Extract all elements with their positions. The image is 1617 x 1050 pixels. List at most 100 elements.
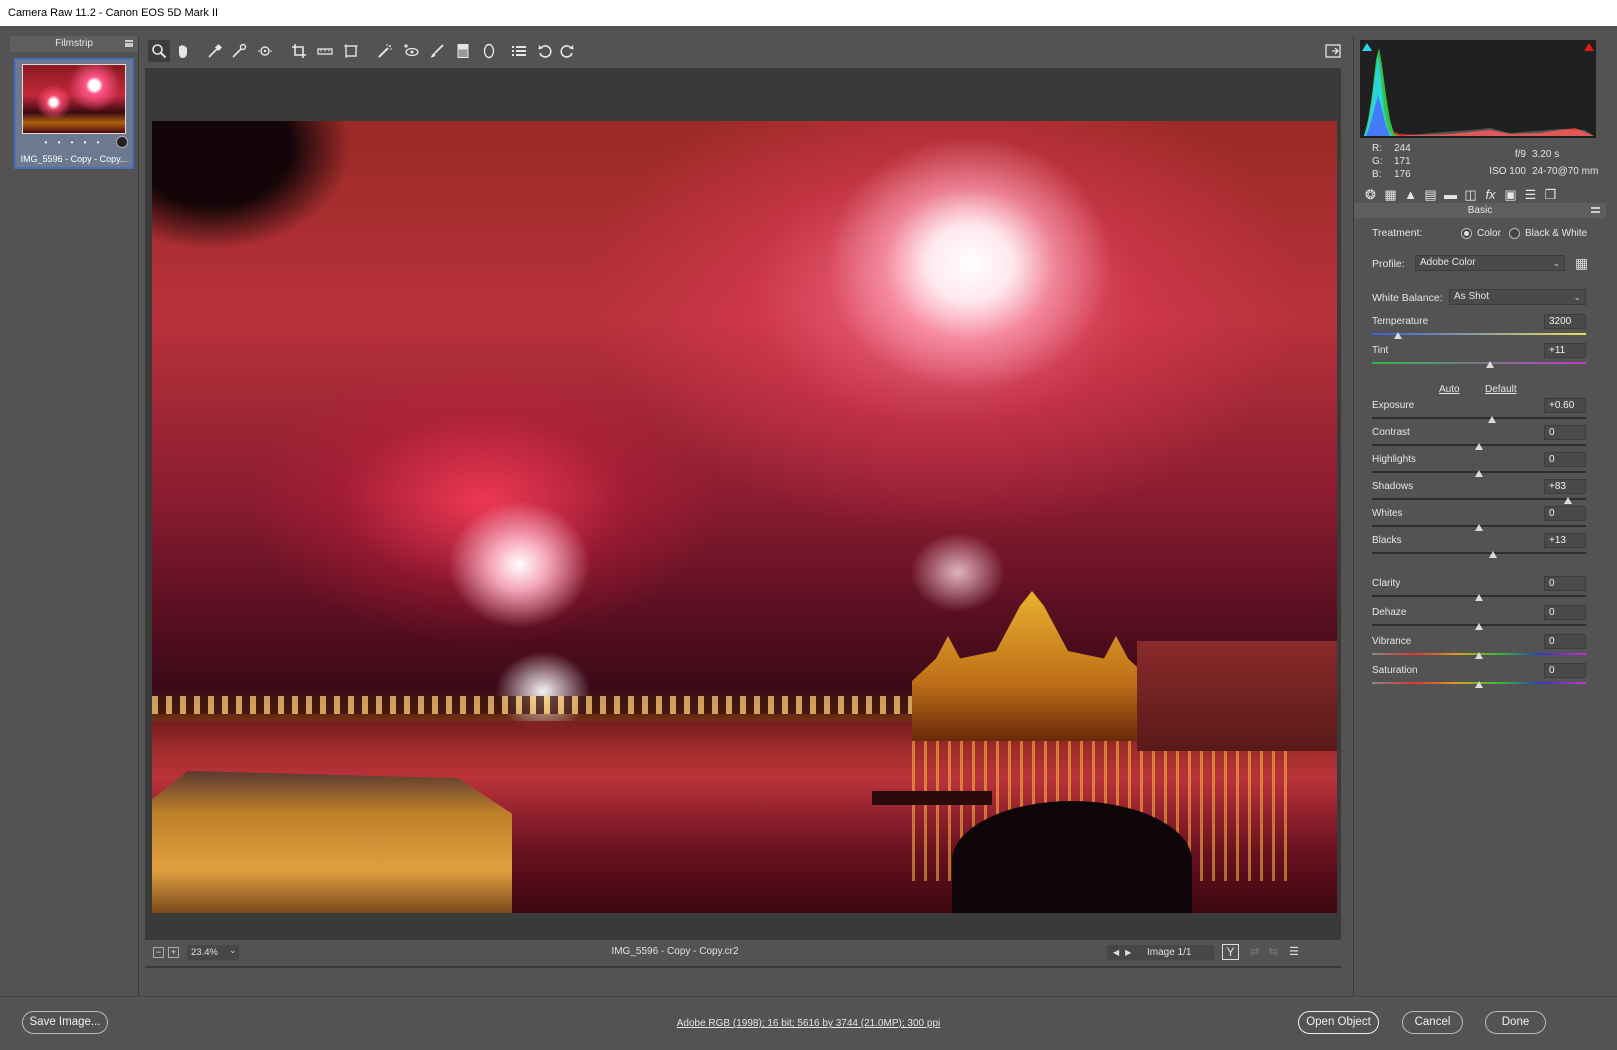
copy-settings-icon[interactable]: ⇆: [1266, 945, 1280, 959]
profile-browser-icon[interactable]: ▦: [1575, 255, 1593, 271]
aperture: f/9: [1514, 149, 1526, 160]
graduated-filter-icon[interactable]: [452, 40, 474, 62]
rotate-right-icon[interactable]: [556, 40, 578, 62]
r-label: R:: [1372, 143, 1382, 154]
open-object-button[interactable]: Open Object: [1298, 1011, 1379, 1034]
done-button[interactable]: Done: [1485, 1011, 1546, 1034]
filmstrip-title: Filmstrip: [55, 38, 93, 49]
slider-thumb[interactable]: [1475, 470, 1483, 477]
zoom-icon[interactable]: [148, 40, 170, 62]
filmstrip-menu-icon[interactable]: [125, 40, 133, 47]
red-eye-icon[interactable]: [400, 40, 422, 62]
panel-tabs: ❂ ▦ ▲ ▤ ▬ ◫ fx ▣ ☰ ❐: [1362, 186, 1598, 204]
tone-curve-tab-icon[interactable]: ▦: [1382, 186, 1399, 203]
targeted-adjustment-icon[interactable]: [254, 40, 276, 62]
split-toning-tab-icon[interactable]: ▬: [1442, 186, 1459, 203]
slider-thumb[interactable]: [1475, 524, 1483, 531]
preferences-icon[interactable]: [508, 40, 530, 62]
slider-thumb[interactable]: [1488, 551, 1497, 558]
view-settings-icon[interactable]: ☰: [1287, 945, 1301, 959]
slider-track[interactable]: [1372, 498, 1586, 500]
slider-thumb[interactable]: [1475, 681, 1483, 688]
slider-label: Blacks: [1372, 535, 1402, 546]
workflow-options-text[interactable]: Adobe RGB (1998); 16 bit; 5616 by 3744 (…: [677, 1018, 941, 1029]
slider-value-field[interactable]: 0: [1544, 634, 1586, 649]
bridge: [152, 696, 932, 714]
slider-value-field[interactable]: 0: [1544, 425, 1586, 440]
rotate-left-icon[interactable]: [534, 40, 556, 62]
spot-removal-icon[interactable]: [374, 40, 396, 62]
slider-value-field[interactable]: 0: [1544, 605, 1586, 620]
slider-value-field[interactable]: +13: [1544, 533, 1586, 548]
treatment-color-label[interactable]: Color: [1477, 228, 1501, 239]
preview-image[interactable]: [152, 121, 1337, 913]
iso: ISO 100: [1489, 166, 1526, 177]
slider-value-field[interactable]: 3200: [1544, 314, 1586, 329]
slider-value-field[interactable]: +0.60: [1544, 398, 1586, 413]
crop-icon[interactable]: [288, 40, 310, 62]
white-balance-icon[interactable]: [204, 40, 226, 62]
shadow-clipping-warning-icon[interactable]: [1362, 42, 1372, 51]
calibration-tab-icon[interactable]: ▣: [1502, 186, 1519, 203]
boat: [872, 791, 992, 805]
slider-track[interactable]: [1372, 333, 1586, 335]
image-navigator[interactable]: ◀▶ Image 1/1: [1107, 945, 1214, 960]
hand-icon[interactable]: [172, 40, 194, 62]
slider-track[interactable]: [1372, 552, 1586, 554]
camera-settings: f/9 3.20 s ISO 100 24-70@70 mm: [1480, 146, 1598, 180]
slider-value-field[interactable]: 0: [1544, 452, 1586, 467]
transform-icon[interactable]: [340, 40, 362, 62]
slider-track[interactable]: [1372, 417, 1586, 419]
fullscreen-icon[interactable]: [1322, 40, 1344, 62]
radial-filter-icon[interactable]: [478, 40, 500, 62]
color-sampler-icon[interactable]: [228, 40, 250, 62]
white-balance-value: As Shot: [1454, 291, 1490, 302]
b-value: 176: [1394, 169, 1411, 180]
basic-tab-icon[interactable]: ❂: [1362, 186, 1379, 203]
slider-thumb[interactable]: [1393, 332, 1402, 339]
slider-value-field[interactable]: 0: [1544, 576, 1586, 591]
highlight-clipping-warning-icon[interactable]: [1584, 42, 1594, 51]
slider-thumb[interactable]: [1475, 443, 1483, 450]
cancel-button[interactable]: Cancel: [1402, 1011, 1463, 1034]
thumbnail-rating[interactable]: • • • • •: [16, 138, 132, 147]
hsl-tab-icon[interactable]: ▤: [1422, 186, 1439, 203]
treatment-bw-label[interactable]: Black & White: [1525, 228, 1587, 239]
slider-label: Temperature: [1372, 316, 1429, 327]
slider-label: Highlights: [1372, 454, 1416, 465]
snapshots-tab-icon[interactable]: ❐: [1542, 186, 1559, 203]
treatment-color-radio[interactable]: [1461, 228, 1472, 239]
before-after-toggle-button[interactable]: Y: [1222, 944, 1239, 960]
slider-thumb[interactable]: [1475, 652, 1483, 659]
adjustment-brush-icon[interactable]: [426, 40, 448, 62]
presets-tab-icon[interactable]: ☰: [1522, 186, 1539, 203]
lens-corrections-tab-icon[interactable]: ◫: [1462, 186, 1479, 203]
filmstrip-thumbnail[interactable]: • • • • • IMG_5596 - Copy - Copy...: [14, 58, 134, 169]
slider-thumb[interactable]: [1485, 361, 1494, 368]
profile-dropdown[interactable]: Adobe Color ⌄: [1415, 255, 1565, 271]
prev-next-image-icon[interactable]: ◀▶: [1113, 945, 1137, 960]
image-preview-area[interactable]: − + 23.4% ⌄ IMG_5596 - Copy - Copy.cr2 ◀…: [145, 68, 1341, 968]
slider-value-field[interactable]: 0: [1544, 663, 1586, 678]
foreground-building: [152, 771, 512, 913]
slider-label: Vibrance: [1372, 636, 1412, 647]
default-link[interactable]: Default: [1485, 384, 1517, 395]
slider-value-field[interactable]: 0: [1544, 506, 1586, 521]
slider-label: Dehaze: [1372, 607, 1407, 618]
slider-thumb[interactable]: [1487, 416, 1496, 423]
auto-link[interactable]: Auto: [1439, 384, 1460, 395]
slider-value-field[interactable]: +11: [1544, 343, 1586, 358]
slider-thumb[interactable]: [1475, 594, 1483, 601]
straighten-icon[interactable]: [314, 40, 336, 62]
detail-tab-icon[interactable]: ▲: [1402, 186, 1419, 203]
effects-tab-icon[interactable]: fx: [1482, 186, 1499, 203]
slider-value-field[interactable]: +83: [1544, 479, 1586, 494]
treatment-bw-radio[interactable]: [1509, 228, 1520, 239]
slider-thumb[interactable]: [1475, 623, 1483, 630]
white-balance-dropdown[interactable]: As Shot ⌄: [1449, 289, 1586, 305]
slider-track[interactable]: [1372, 362, 1586, 364]
slider-thumb[interactable]: [1563, 497, 1572, 504]
r-value: 244: [1394, 143, 1411, 154]
panel-menu-icon[interactable]: [1591, 207, 1600, 213]
swap-settings-icon[interactable]: ⇄: [1248, 945, 1262, 959]
